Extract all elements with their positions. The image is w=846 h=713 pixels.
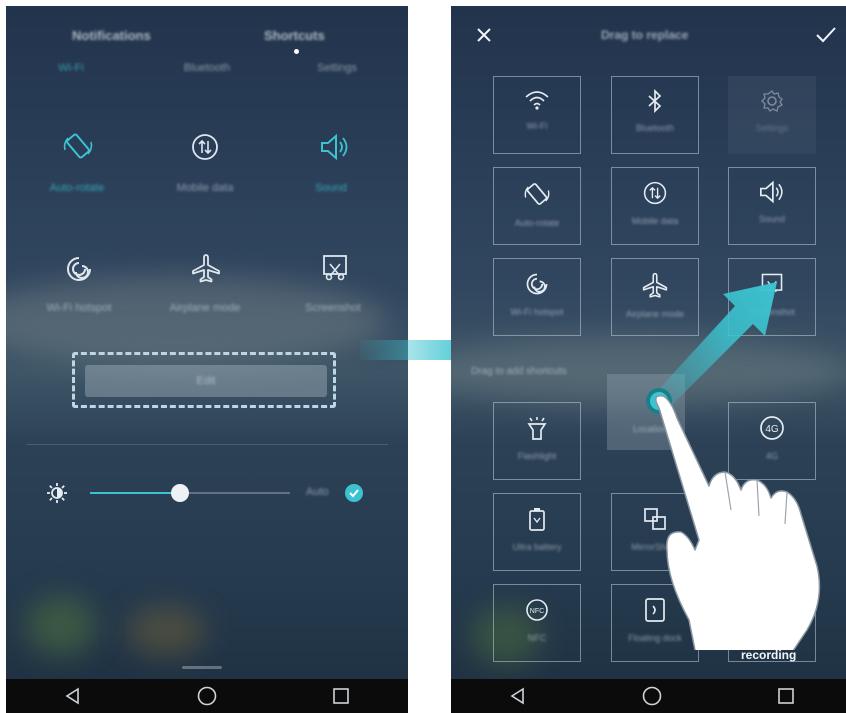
tile-wifi[interactable]: Wi-Fi <box>493 76 581 154</box>
brightness-slider-thumb[interactable] <box>171 484 189 502</box>
hotspot-icon[interactable] <box>64 254 94 284</box>
navigation-bar <box>451 679 846 713</box>
screenshot-icon[interactable] <box>320 252 350 282</box>
edit-shortcuts-screen: Drag to replace Wi-Fi Bluetooth Settings… <box>451 6 846 713</box>
tile-settings[interactable]: Settings <box>728 76 816 154</box>
home-icon[interactable] <box>196 685 218 707</box>
brightness-slider-fill <box>90 492 180 494</box>
toggle-label-sound: Sound <box>315 182 347 194</box>
tile-label: NFC <box>527 633 547 643</box>
brightness-slider-track[interactable] <box>90 484 290 502</box>
battery-icon <box>529 508 545 531</box>
toggle-label-hotspot: Wi-Fi hotspot <box>46 302 112 314</box>
tile-label: Auto-rotate <box>514 218 560 228</box>
edit-button[interactable]: Edit <box>85 365 327 397</box>
toggle-label-auto-rotate: Auto-rotate <box>49 182 105 194</box>
navigation-bar <box>6 679 408 713</box>
tile-hotspot[interactable]: Wi-Fi hotspot <box>493 258 581 336</box>
tile-bluetooth[interactable]: Bluetooth <box>611 76 699 154</box>
top-row-settings[interactable]: Settings <box>282 62 392 74</box>
nfc-icon: NFC <box>526 599 548 621</box>
tile-label: Flashlight <box>517 451 557 461</box>
tile-label: Mobile data <box>631 216 679 226</box>
mobile-data-icon[interactable] <box>190 132 220 162</box>
page-title: Drag to replace <box>601 28 689 42</box>
tile-auto-rotate[interactable]: Auto-rotate <box>493 167 581 245</box>
toggle-label-airplane: Airplane mode <box>169 302 241 314</box>
hand-pointer-icon <box>655 395 821 650</box>
tile-ultra-battery[interactable]: Ultra battery <box>493 493 581 571</box>
recents-icon[interactable] <box>776 686 796 706</box>
tile-label: Bluetooth <box>635 123 675 133</box>
sound-icon <box>760 180 783 204</box>
section-label: Drag to add shortcuts <box>471 366 567 377</box>
bluetooth-icon <box>648 89 662 113</box>
svg-text:NFC: NFC <box>530 608 544 615</box>
tile-nfc[interactable]: NFC NFC <box>493 584 581 662</box>
tile-label: Settings <box>755 123 789 133</box>
tile-sound[interactable]: Sound <box>728 167 816 245</box>
divider <box>26 444 388 445</box>
airplane-icon[interactable] <box>190 252 222 284</box>
wifi-icon <box>525 91 549 110</box>
home-icon[interactable] <box>641 685 663 707</box>
tab-notifications[interactable]: Notifications <box>72 28 151 43</box>
tile-label: Wi-Fi <box>526 121 548 131</box>
recents-icon[interactable] <box>331 686 351 706</box>
auto-rotate-icon[interactable] <box>62 130 94 162</box>
background-blob <box>126 606 206 656</box>
edit-button-label: Edit <box>196 375 216 387</box>
tile-label-recording: recording <box>741 648 797 662</box>
check-icon <box>349 489 359 498</box>
brightness-auto-label: Auto <box>306 486 329 498</box>
check-icon[interactable] <box>815 26 837 44</box>
flashlight-icon <box>527 417 547 440</box>
tile-flashlight[interactable]: Flashlight <box>493 402 581 480</box>
hotspot-icon <box>526 273 548 295</box>
tile-label: Wi-Fi hotspot <box>510 307 564 317</box>
background-blob <box>26 596 96 656</box>
mobile-data-icon <box>643 181 667 205</box>
auto-rotate-icon <box>524 183 550 205</box>
tile-mobile-data[interactable]: Mobile data <box>611 167 699 245</box>
toggle-label-mobile-data: Mobile data <box>176 182 234 194</box>
back-icon[interactable] <box>508 686 528 706</box>
toggle-label-screenshot: Screenshot <box>305 302 361 314</box>
drag-handle[interactable] <box>182 666 222 669</box>
top-row-bluetooth[interactable]: Bluetooth <box>152 62 262 74</box>
tab-shortcuts[interactable]: Shortcuts <box>264 28 325 43</box>
brightness-icon <box>47 483 67 503</box>
notification-panel-screen: Notifications Shortcuts Wi-Fi Bluetooth … <box>6 6 408 713</box>
settings-icon <box>761 90 783 112</box>
tile-label: Ultra battery <box>512 542 562 552</box>
close-icon[interactable] <box>475 26 493 44</box>
auto-brightness-checkbox[interactable] <box>345 484 363 502</box>
sound-icon[interactable] <box>319 133 351 161</box>
top-row-wifi[interactable]: Wi-Fi <box>16 62 126 74</box>
back-icon[interactable] <box>63 686 83 706</box>
tab-indicator <box>294 49 299 54</box>
tile-label: Sound <box>758 214 786 224</box>
